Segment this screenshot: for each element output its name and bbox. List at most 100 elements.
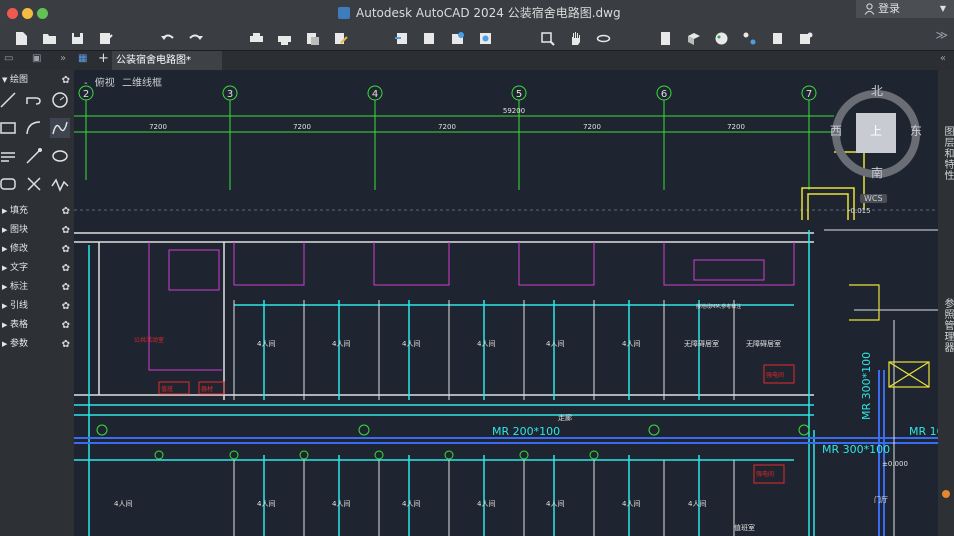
room-label: 4人间	[622, 340, 640, 348]
orbit-icon	[596, 34, 610, 42]
axis-grid	[74, 85, 834, 190]
parallel-lines-icon	[1, 152, 15, 162]
gear-icon[interactable]: ✿	[62, 279, 70, 296]
open-file-button[interactable]	[40, 29, 58, 47]
panel-collapse-icon[interactable]: »	[60, 53, 66, 64]
publish-button[interactable]	[303, 29, 321, 47]
import-button[interactable]	[392, 29, 410, 47]
polyline-tool[interactable]	[24, 90, 44, 110]
pan-button[interactable]	[566, 29, 584, 47]
gear-icon[interactable]: ✿	[62, 317, 70, 334]
tab-drawing[interactable]: 公装宿舍电路图*	[112, 51, 222, 71]
minimize-window-button[interactable]	[22, 8, 33, 19]
notification-icon[interactable]	[942, 490, 950, 498]
rectangle-tool[interactable]	[0, 118, 18, 138]
compass-west[interactable]: 西	[830, 122, 842, 139]
references-panel-tab[interactable]: 参照管理器	[940, 298, 954, 353]
gear-icon[interactable]: ✿	[62, 241, 70, 258]
undo-button[interactable]	[158, 29, 176, 47]
save-as-icon	[99, 32, 113, 44]
ray-tool[interactable]	[24, 146, 44, 166]
login-button[interactable]: 登录 ▼	[856, 0, 954, 18]
gear-icon[interactable]: ✿	[62, 298, 70, 315]
viewport-minus[interactable]: -	[84, 78, 88, 89]
export-button[interactable]	[420, 29, 438, 47]
room-label: 4人间	[402, 500, 420, 508]
hand-icon	[571, 31, 580, 45]
batch-print-icon	[277, 35, 291, 45]
compass-east[interactable]: 东	[910, 122, 922, 139]
dimension-text: 7200	[438, 123, 456, 131]
new-file-button[interactable]	[12, 29, 30, 47]
revcloud-tool[interactable]	[0, 174, 18, 194]
share-button[interactable]	[476, 29, 494, 47]
drawing-canvas[interactable]: 2 3 4 5 6 7 59200 7200 7200 7200 7200 72…	[74, 70, 938, 536]
window-title: Autodesk AutoCAD 2024 公装宿舍电路图.dwg	[356, 6, 621, 20]
total-dimension: 59200	[503, 107, 525, 115]
gear-icon[interactable]: ✿	[62, 336, 70, 353]
axis-label: 2	[83, 89, 89, 100]
markup-button[interactable]	[768, 29, 786, 47]
autocad-logo-icon	[338, 7, 350, 19]
gear-icon[interactable]: ✿	[62, 260, 70, 277]
compass-south[interactable]: 南	[871, 164, 883, 181]
gear-icon[interactable]: ✿	[62, 203, 70, 220]
new-tab-button[interactable]: +	[98, 51, 109, 66]
save-button[interactable]	[68, 29, 86, 47]
tool-palette-button[interactable]	[712, 29, 730, 47]
room-label: 4人间	[622, 500, 640, 508]
save-as-button[interactable]	[96, 29, 114, 47]
ellipse-tool[interactable]	[50, 146, 70, 166]
batch-plot-button[interactable]	[275, 29, 293, 47]
plot-button[interactable]	[247, 29, 265, 47]
layers-panel-tab[interactable]: 图层和特性	[940, 126, 954, 181]
markup-icon	[772, 32, 782, 44]
expand-arrow-icon: ▶	[2, 264, 8, 272]
section-block[interactable]: ▶ 图块 ✿	[0, 222, 74, 239]
gear-icon[interactable]: ✿	[62, 222, 70, 239]
arc-tool[interactable]	[24, 118, 44, 138]
tabs-overflow-icon[interactable]: «	[940, 53, 946, 64]
spline-tool[interactable]	[50, 118, 70, 138]
section-modify[interactable]: ▶ 修改 ✿	[0, 241, 74, 258]
xref-button[interactable]	[796, 29, 814, 47]
viewport-view[interactable]: 俯视	[95, 78, 115, 89]
title-bar: Autodesk AutoCAD 2024 公装宿舍电路图.dwg 登录 ▼	[0, 0, 954, 27]
zoom-window-button[interactable]	[538, 29, 556, 47]
grid-view-icon[interactable]: ▦	[78, 53, 87, 64]
section-leader[interactable]: ▶ 引线 ✿	[0, 298, 74, 315]
attach-button[interactable]	[448, 29, 466, 47]
section-text[interactable]: ▶ 文字 ✿	[0, 260, 74, 277]
section-parametric[interactable]: ▶ 参数 ✿	[0, 336, 74, 353]
circle-tool[interactable]	[50, 90, 70, 110]
dimension-text: 7200	[149, 123, 167, 131]
sheet-set-button[interactable]	[740, 29, 758, 47]
viewport-style[interactable]: 二维线框	[122, 78, 162, 89]
redo-button[interactable]	[186, 29, 204, 47]
wave-tool[interactable]	[50, 174, 70, 194]
section-table[interactable]: ▶ 表格 ✿	[0, 317, 74, 334]
viewport-controls[interactable]: - 俯视 二维线框	[84, 74, 166, 89]
orbit-button[interactable]	[594, 29, 612, 47]
model-space-icon[interactable]: ▭	[4, 53, 13, 64]
printer-icon	[249, 32, 263, 42]
line-tool[interactable]	[0, 90, 18, 110]
maximize-window-button[interactable]	[37, 8, 48, 19]
block-icon	[687, 32, 700, 45]
hatch-lines-tool[interactable]	[0, 146, 18, 166]
section-draw[interactable]: ▼ 绘图 ✿	[0, 72, 74, 89]
viewcube-top-face[interactable]: 上	[870, 122, 882, 139]
gear-icon[interactable]: ✿	[62, 72, 70, 89]
section-hatch[interactable]: ▶ 填充 ✿	[0, 203, 74, 220]
close-window-button[interactable]	[7, 8, 18, 19]
publish-icon	[306, 32, 319, 45]
layout-icon[interactable]: ▣	[32, 53, 41, 64]
section-dimension[interactable]: ▶ 标注 ✿	[0, 279, 74, 296]
compass-north[interactable]: 北	[871, 82, 883, 99]
wcs-menu[interactable]: WCS	[860, 194, 887, 203]
layer-states-button[interactable]	[656, 29, 674, 47]
xline-tool[interactable]	[24, 174, 44, 194]
properties-button[interactable]	[331, 29, 349, 47]
toolbar-expand-icon[interactable]: ≫	[935, 28, 948, 42]
blocks-button[interactable]	[684, 29, 702, 47]
